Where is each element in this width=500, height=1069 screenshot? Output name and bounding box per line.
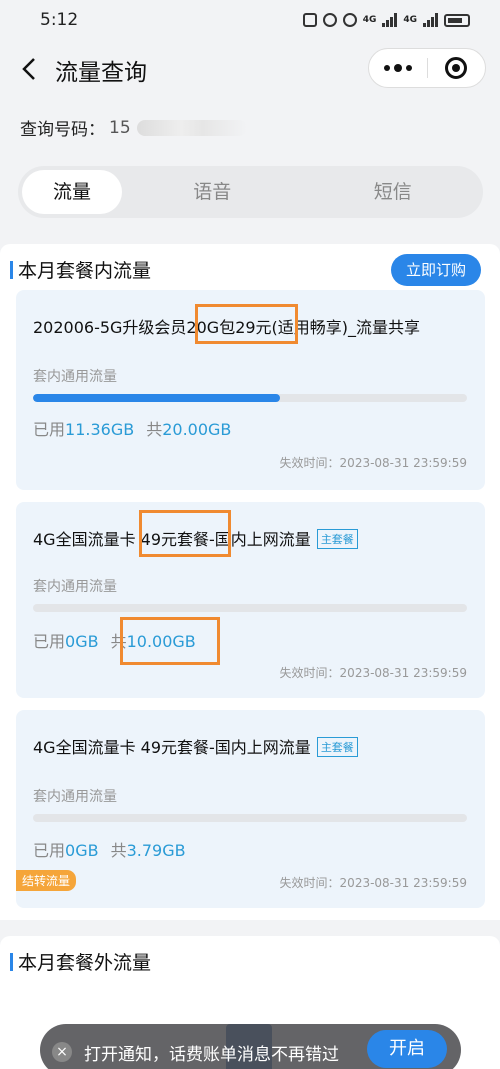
dot-icon bbox=[393, 64, 402, 72]
used-amount: 0GB bbox=[65, 841, 99, 860]
plan-sub-label: 套内通用流量 bbox=[33, 369, 117, 385]
page-title: 流量查询 bbox=[55, 60, 147, 86]
network-type-2: 4G bbox=[403, 15, 417, 25]
used-amount: 0GB bbox=[65, 632, 99, 651]
section-accent-bar bbox=[10, 953, 13, 971]
tab-sms[interactable]: 短信 bbox=[303, 170, 484, 214]
close-icon[interactable]: × bbox=[52, 1042, 72, 1062]
signal-icon-2 bbox=[423, 13, 438, 27]
plan-card: 4G全国流量卡 49元套餐-国内上网流量 主套餐 套内通用流量 已用0GB 共3.7… bbox=[16, 710, 485, 908]
chevron-left-icon bbox=[22, 58, 35, 80]
section-header: 本月套餐外流量 bbox=[0, 936, 500, 986]
nfc-icon bbox=[302, 13, 317, 27]
highlight-box bbox=[120, 617, 220, 665]
nav-bar: 流量查询 bbox=[0, 40, 500, 98]
highlight-box bbox=[195, 304, 298, 344]
section-title: 本月套餐内流量 bbox=[18, 260, 152, 282]
signal-icon-1 bbox=[382, 13, 398, 27]
total-amount: 3.79GB bbox=[126, 841, 186, 860]
target-icon bbox=[445, 57, 468, 79]
toast-message: 打开通知，话费账单消息不再错过 bbox=[84, 1045, 339, 1065]
carry-over-tag: 结转流量 bbox=[16, 870, 77, 891]
main-plan-tag: 主套餐 bbox=[316, 736, 358, 757]
alarm-icon bbox=[322, 13, 337, 27]
expire-time: 失效时间：2023-08-31 23:59:59 bbox=[279, 456, 467, 470]
usage-progress bbox=[33, 814, 467, 822]
plan-card: 202006-5G升级会员20G包29元(适用畅享)_流量共享 套内通用流量 已… bbox=[16, 290, 485, 490]
usage-text: 已用0GB 共3.79GB bbox=[33, 841, 186, 860]
query-label: 查询号码： bbox=[20, 120, 105, 140]
status-icons: 4G 4G bbox=[302, 13, 470, 27]
plan-title: 4G全国流量卡 49元套餐-国内上网流量 主套餐 bbox=[33, 734, 358, 759]
query-number: 15 bbox=[109, 117, 131, 138]
masked-number bbox=[136, 119, 247, 136]
order-now-button[interactable]: 立即订购 bbox=[391, 254, 481, 286]
tab-bar: 流量 语音 短信 bbox=[18, 166, 483, 218]
expire-time: 失效时间：2023-08-31 23:59:59 bbox=[279, 666, 467, 680]
dot-icon bbox=[383, 65, 390, 71]
used-amount: 11.36GB bbox=[65, 420, 135, 439]
vibrate-icon bbox=[342, 13, 357, 27]
plan-sub-label: 套内通用流量 bbox=[33, 789, 117, 805]
status-bar: 5:12 4G 4G bbox=[0, 0, 500, 40]
enable-notification-button[interactable]: 开启 bbox=[367, 1030, 447, 1068]
mini-program-capsule bbox=[368, 48, 486, 88]
tab-voice[interactable]: 语音 bbox=[122, 170, 303, 214]
section-header: 本月套餐内流量 立即订购 bbox=[0, 244, 500, 294]
section-accent-bar bbox=[10, 261, 13, 279]
main-plan-tag: 主套餐 bbox=[316, 528, 358, 549]
expire-time: 失效时间：2023-08-31 23:59:59 bbox=[279, 876, 467, 890]
section-title: 本月套餐外流量 bbox=[18, 952, 152, 974]
more-button[interactable] bbox=[369, 49, 427, 87]
back-button[interactable] bbox=[16, 54, 42, 84]
plan-card: 4G全国流量卡 49元套餐-国内上网流量 主套餐 套内通用流量 已用0GB 共10.… bbox=[16, 502, 485, 698]
network-type-1: 4G bbox=[362, 15, 377, 25]
usage-progress-fill bbox=[33, 394, 280, 402]
usage-text: 已用11.36GB 共20.00GB bbox=[33, 420, 232, 439]
query-number-row: 查询号码： 15 bbox=[20, 115, 247, 140]
tab-data[interactable]: 流量 bbox=[22, 170, 122, 214]
usage-progress bbox=[33, 604, 467, 612]
status-time: 5:12 bbox=[40, 10, 79, 30]
in-plan-data-section: 本月套餐内流量 立即订购 202006-5G升级会员20G包29元(适用畅享)_… bbox=[0, 244, 500, 920]
highlight-box bbox=[139, 510, 231, 557]
dot-icon bbox=[405, 65, 412, 71]
close-mini-program-button[interactable] bbox=[427, 49, 485, 87]
battery-icon bbox=[444, 13, 470, 27]
usage-progress bbox=[33, 394, 467, 402]
plan-sub-label: 套内通用流量 bbox=[33, 579, 117, 595]
total-amount: 20.00GB bbox=[162, 420, 232, 439]
notification-toast: × 打开通知，话费账单消息不再错过 开启 bbox=[40, 1024, 461, 1069]
